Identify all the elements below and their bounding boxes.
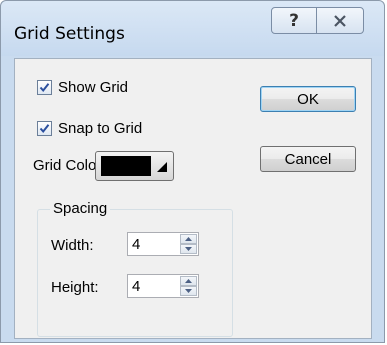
- window-title: Grid Settings: [14, 24, 125, 44]
- checkbox-box[interactable]: [37, 121, 52, 136]
- ok-button[interactable]: OK: [260, 86, 356, 112]
- checkmark-icon: [39, 83, 50, 93]
- close-x-icon: [334, 14, 346, 27]
- width-increment-button[interactable]: [180, 234, 197, 244]
- grid-color-swatch: [101, 156, 151, 176]
- height-label: Height:: [51, 279, 99, 296]
- height-spinner[interactable]: 4: [127, 274, 199, 298]
- cancel-button[interactable]: Cancel: [260, 146, 356, 172]
- dropdown-triangle-icon: [157, 162, 167, 172]
- snap-to-grid-label: Snap to Grid: [58, 120, 143, 137]
- height-decrement-button[interactable]: [180, 286, 197, 296]
- checkbox-box[interactable]: [37, 80, 52, 95]
- arrow-down-icon: [185, 247, 192, 251]
- arrow-down-icon: [185, 289, 192, 293]
- arrow-up-icon: [185, 279, 192, 283]
- height-spin-buttons: [180, 276, 197, 296]
- width-label: Width:: [51, 237, 94, 254]
- spacing-group-label: Spacing: [50, 200, 111, 217]
- width-spinner[interactable]: 4: [127, 232, 199, 256]
- dialog-window: Grid Settings ? Show Grid Snap to Grid G…: [0, 0, 385, 343]
- width-value[interactable]: 4: [132, 236, 140, 253]
- spacing-group: [37, 209, 233, 337]
- width-decrement-button[interactable]: [180, 244, 197, 254]
- show-grid-checkbox[interactable]: Show Grid: [37, 79, 128, 96]
- snap-to-grid-checkbox[interactable]: Snap to Grid: [37, 120, 142, 137]
- question-mark-icon: ?: [289, 10, 299, 31]
- title-bar[interactable]: Grid Settings ?: [1, 1, 384, 56]
- height-increment-button[interactable]: [180, 276, 197, 286]
- show-grid-label: Show Grid: [58, 79, 129, 96]
- grid-color-picker-button[interactable]: [95, 151, 174, 181]
- height-value[interactable]: 4: [132, 278, 140, 295]
- arrow-up-icon: [185, 237, 192, 241]
- checkmark-icon: [39, 124, 50, 134]
- cancel-button-label: Cancel: [284, 150, 332, 168]
- help-button[interactable]: ?: [271, 7, 317, 34]
- ok-button-label: OK: [297, 90, 319, 108]
- close-button[interactable]: [316, 7, 364, 34]
- width-spin-buttons: [180, 234, 197, 254]
- dialog-body: Show Grid Snap to Grid Grid Color: OK Ca…: [14, 58, 372, 339]
